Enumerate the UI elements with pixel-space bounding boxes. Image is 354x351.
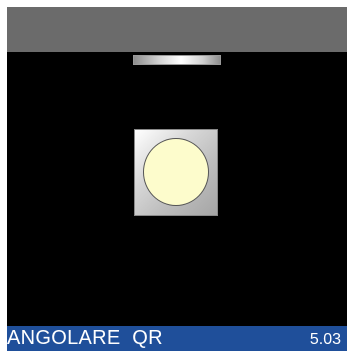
status-title: ANGOLARE QR xyxy=(7,327,163,349)
device-screen: ANGOLARE QR 5.03 xyxy=(0,0,354,351)
round-lamp-icon xyxy=(143,138,209,206)
light-bar-icon xyxy=(133,55,221,65)
status-bar: ANGOLARE QR 5.03 xyxy=(7,326,347,351)
lamp-housing xyxy=(134,129,218,216)
display-viewport xyxy=(7,52,347,326)
version-label: 5.03 xyxy=(309,331,341,348)
top-bar xyxy=(7,7,347,52)
